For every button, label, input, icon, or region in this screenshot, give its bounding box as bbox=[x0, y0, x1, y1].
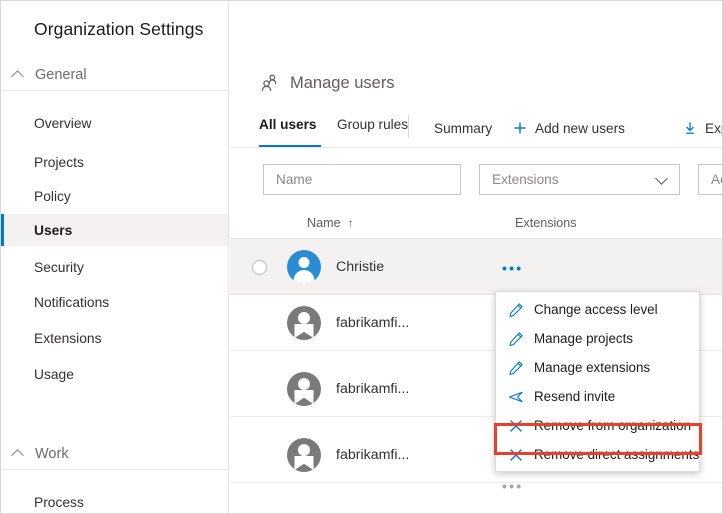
sidebar-item-overview[interactable]: Overview bbox=[1, 107, 228, 139]
avatar bbox=[287, 250, 321, 284]
menu-item-manage-projects[interactable]: Manage projects bbox=[496, 324, 699, 353]
add-new-users-button[interactable]: Add new users bbox=[513, 116, 625, 140]
name-filter[interactable]: Name bbox=[263, 164, 461, 195]
sidebar-item-policy[interactable]: Policy bbox=[1, 180, 228, 212]
menu-item-label: Remove from organization bbox=[534, 418, 691, 433]
column-header-label: Name bbox=[307, 216, 341, 230]
export-button[interactable]: Exp bbox=[683, 116, 723, 140]
tab-label: Group rules bbox=[337, 117, 408, 132]
row-more-actions-button[interactable]: ••• bbox=[502, 482, 523, 490]
pencil-icon bbox=[508, 360, 524, 376]
sidebar-item-label: Extensions bbox=[34, 331, 102, 346]
user-name: fabrikamfi... bbox=[336, 447, 409, 463]
close-x-icon bbox=[508, 418, 524, 434]
menu-item-label: Change access level bbox=[534, 302, 658, 317]
table-header: Name ↑ Extensions bbox=[230, 213, 723, 239]
user-name: Christie bbox=[336, 259, 384, 275]
sidebar-item-label: Projects bbox=[34, 155, 84, 170]
access-level-filter-value: Acce bbox=[711, 172, 723, 187]
menu-item-manage-extensions[interactable]: Manage extensions bbox=[496, 353, 699, 382]
row-context-menu: Change access level Manage projects Mana… bbox=[495, 291, 700, 472]
sidebar-item-users[interactable]: Users bbox=[1, 214, 228, 246]
sidebar-item-label: Usage bbox=[34, 367, 74, 382]
column-header-name[interactable]: Name ↑ bbox=[307, 216, 354, 230]
access-level-filter[interactable]: Acce bbox=[698, 164, 723, 195]
sidebar-item-label: Notifications bbox=[34, 295, 109, 310]
page-heading: Manage users bbox=[290, 74, 395, 93]
menu-item-remove-direct-assignments[interactable]: Remove direct assignments bbox=[496, 440, 699, 469]
app-window: Organization Settings General Overview P… bbox=[0, 0, 723, 514]
sort-ascending-icon: ↑ bbox=[348, 216, 354, 230]
column-header-extensions[interactable]: Extensions bbox=[515, 216, 577, 230]
menu-item-remove-from-organization[interactable]: Remove from organization bbox=[496, 411, 699, 440]
summary-button[interactable]: Summary bbox=[434, 116, 492, 140]
sidebar-group-general[interactable]: General bbox=[1, 59, 229, 91]
avatar-head bbox=[298, 312, 310, 324]
sidebar-item-security[interactable]: Security bbox=[1, 251, 228, 283]
avatar-head bbox=[299, 257, 310, 268]
menu-item-label: Remove direct assignments bbox=[534, 447, 699, 462]
avatar-body bbox=[295, 390, 314, 404]
sidebar-group-label: Work bbox=[35, 446, 69, 462]
sidebar-item-label: Users bbox=[34, 223, 72, 238]
table-row[interactable]: Christie ••• bbox=[230, 239, 723, 295]
avatar-head bbox=[298, 378, 310, 390]
avatar-body bbox=[295, 456, 314, 470]
row-select-radio[interactable] bbox=[252, 260, 267, 275]
sidebar-item-label: Overview bbox=[34, 116, 92, 131]
chevron-up-icon bbox=[12, 447, 26, 461]
send-icon bbox=[508, 389, 524, 405]
column-header-label: Extensions bbox=[515, 216, 577, 230]
manage-users-header: Manage users bbox=[259, 73, 395, 93]
sidebar-item-usage[interactable]: Usage bbox=[1, 358, 228, 390]
avatar-body bbox=[295, 324, 314, 338]
sidebar-item-extensions[interactable]: Extensions bbox=[1, 322, 228, 354]
toolbar-divider bbox=[408, 115, 409, 138]
sidebar-group-label: General bbox=[35, 67, 87, 83]
avatar-body bbox=[294, 270, 315, 284]
menu-item-label: Resend invite bbox=[534, 389, 615, 404]
chevron-up-icon bbox=[12, 68, 26, 82]
sidebar: Organization Settings General Overview P… bbox=[1, 1, 229, 514]
pencil-icon bbox=[508, 331, 524, 347]
avatar bbox=[287, 306, 321, 340]
people-icon bbox=[259, 73, 279, 93]
sidebar-item-label: Security bbox=[34, 260, 84, 275]
sidebar-item-label: Policy bbox=[34, 189, 71, 204]
summary-label: Summary bbox=[434, 121, 492, 136]
sidebar-group-work[interactable]: Work bbox=[1, 438, 229, 470]
sidebar-item-projects[interactable]: Projects bbox=[1, 146, 228, 178]
extensions-filter-value: Extensions bbox=[492, 172, 559, 187]
tab-group-rules[interactable]: Group rules bbox=[337, 114, 408, 147]
pencil-icon bbox=[508, 302, 524, 318]
chevron-down-icon bbox=[657, 174, 669, 186]
sidebar-item-process[interactable]: Process bbox=[1, 486, 228, 514]
menu-item-resend-invite[interactable]: Resend invite bbox=[496, 382, 699, 411]
download-icon bbox=[683, 121, 697, 135]
tab-command-bar: All users Group rules Summary Add new us… bbox=[230, 114, 723, 148]
plus-icon bbox=[513, 121, 527, 135]
add-new-users-label: Add new users bbox=[535, 121, 625, 136]
tab-label: All users bbox=[259, 117, 316, 132]
avatar bbox=[287, 438, 321, 472]
user-name: fabrikamfi... bbox=[336, 315, 409, 331]
row-more-actions-button[interactable]: ••• bbox=[502, 264, 523, 272]
menu-item-change-access-level[interactable]: Change access level bbox=[496, 295, 699, 324]
avatar-head bbox=[298, 444, 310, 456]
extensions-filter[interactable]: Extensions bbox=[479, 164, 680, 195]
page-title: Organization Settings bbox=[34, 19, 203, 40]
export-label: Exp bbox=[705, 121, 723, 136]
name-filter-placeholder: Name bbox=[276, 172, 312, 187]
sidebar-item-notifications[interactable]: Notifications bbox=[1, 286, 228, 318]
tab-all-users[interactable]: All users bbox=[259, 114, 321, 147]
sidebar-item-label: Process bbox=[34, 495, 84, 510]
close-x-icon bbox=[508, 447, 524, 463]
user-name: fabrikamfi... bbox=[336, 381, 409, 397]
avatar bbox=[287, 372, 321, 406]
menu-item-label: Manage projects bbox=[534, 331, 633, 346]
menu-item-label: Manage extensions bbox=[534, 360, 650, 375]
filter-bar: Name Extensions Acce bbox=[230, 164, 723, 196]
